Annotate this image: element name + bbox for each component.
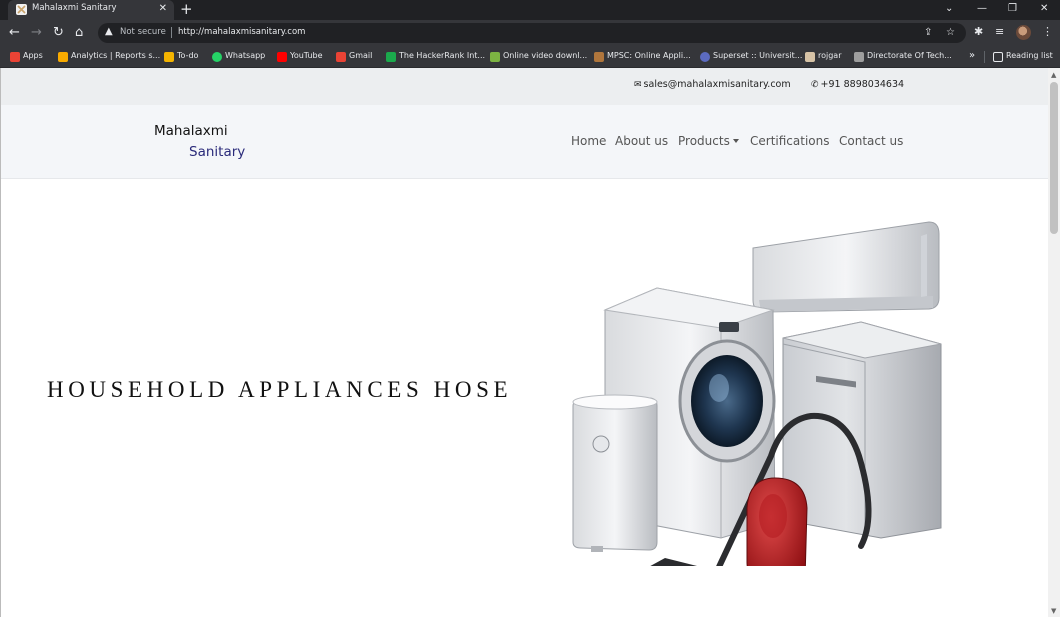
kebab-menu-icon[interactable]: ⋮ [1042,25,1053,39]
page-scrollbar[interactable]: ▲ ▼ [1048,68,1060,617]
gmail-icon [336,52,346,62]
bookmark-label: Analytics | Reports s... [71,51,161,60]
mail-icon: ✉ [634,80,642,90]
phone-text: +91 8898034634 [820,79,905,90]
security-label: Not secure [120,27,166,37]
phone-contact[interactable]: ✆ +91 8898034634 [811,79,904,90]
bookmarks-overflow-icon[interactable]: » [969,50,975,61]
whatsapp-icon [212,52,222,62]
bookmark-label: Directorate Of Tech... [867,51,952,60]
profile-avatar[interactable] [1016,25,1031,40]
warning-triangle-icon: ▲ [105,26,113,37]
dropdown-caret-icon [732,138,739,143]
appliances-image [572,221,942,566]
youtube-icon [277,52,287,62]
nav-certifications[interactable]: Certifications [750,134,829,148]
tab-close-icon[interactable]: ✕ [159,3,167,15]
directorate-icon [854,52,864,62]
bookmarks-divider [984,51,985,63]
bookmark-label: Whatsapp [225,51,266,60]
water-heater-icon [572,394,658,552]
site-navbar: Mahalaxmi Sanitary Home About us Product… [1,105,1048,179]
nav-products[interactable]: Products [678,134,739,148]
new-tab-button[interactable]: + [180,1,193,18]
rojgar-icon [805,52,815,62]
whatsapp-icon: ✆ [811,80,819,90]
minimize-button[interactable]: — [977,2,987,16]
bookmark-label: To-do [177,51,199,60]
bookmark-label: YouTube [290,51,323,60]
back-arrow-icon[interactable]: ← [9,25,20,40]
media-queue-icon[interactable]: ≡ [995,25,1004,39]
home-icon[interactable]: ⌂ [75,25,83,40]
reading-list-label: Reading list [1006,51,1053,60]
address-bar[interactable]: ▲ Not secure http://mahalaxmisanitary.co… [98,23,966,43]
extensions-puzzle-icon[interactable]: ✱ [974,25,983,39]
hero-heading: HOUSEHOLD APPLIANCES HOSE [47,377,513,402]
contact-topbar: ✉ sales@mahalaxmisanitary.com ✆ +91 889803… [1,68,1048,105]
scroll-up-arrow-icon[interactable]: ▲ [1051,71,1056,79]
bookmarks-bar: Apps Analytics | Reports s... To-do What… [0,46,1060,68]
reading-list-icon [993,52,1003,62]
brand-name-line1[interactable]: Mahalaxmi [154,123,228,139]
download-icon [490,52,500,62]
analytics-icon [58,52,68,62]
superset-icon [700,52,710,62]
bookmark-star-icon[interactable]: ☆ [946,26,955,40]
hackerrank-icon [386,52,396,62]
tab-title: Mahalaxmi Sanitary [32,3,117,13]
brand-name-line2[interactable]: Sanitary [189,144,245,160]
browser-tab-strip: Mahalaxmi Sanitary ✕ + ⌄ — ❐ ✕ [0,0,1060,20]
web-page: ✉ sales@mahalaxmisanitary.com ✆ +91 889803… [0,68,1048,617]
bookmark-label: The HackerRank Int... [399,51,486,60]
bookmark-label: Online video downl... [503,51,588,60]
nav-products-label: Products [678,134,730,148]
browser-toolbar: ← → ↻ ⌂ ▲ Not secure http://mahalaxmisan… [0,20,1060,46]
apps-grid-icon [10,52,20,62]
scroll-down-arrow-icon[interactable]: ▼ [1051,607,1056,615]
restore-button[interactable]: ❐ [1008,2,1017,16]
nav-about-us[interactable]: About us [615,134,668,148]
scrollbar-thumb[interactable] [1050,82,1058,234]
todo-icon [164,52,174,62]
site-favicon-icon [16,4,27,15]
reload-icon[interactable]: ↻ [53,25,64,40]
nav-home[interactable]: Home [571,134,606,148]
bookmark-label: Superset :: Universit... [713,51,803,60]
nav-contact-us[interactable]: Contact us [839,134,903,148]
url-text[interactable]: http://mahalaxmisanitary.com [178,27,305,37]
close-window-button[interactable]: ✕ [1040,2,1048,16]
mpsc-icon [594,52,604,62]
email-text: sales@mahalaxmisanitary.com [643,79,791,90]
bookmark-label: Gmail [349,51,373,60]
email-contact[interactable]: ✉ sales@mahalaxmisanitary.com [634,79,791,90]
bookmark-label: rojgar [818,51,842,60]
address-divider [171,27,172,38]
bookmark-label: MPSC: Online Appli... [607,51,691,60]
forward-arrow-icon[interactable]: → [31,25,42,40]
tab-search-icon[interactable]: ⌄ [945,2,953,16]
air-conditioner-icon [752,221,940,313]
share-icon[interactable]: ⇪ [924,26,932,40]
browser-tab[interactable]: Mahalaxmi Sanitary ✕ [8,0,174,20]
bookmark-label: Apps [23,51,43,60]
